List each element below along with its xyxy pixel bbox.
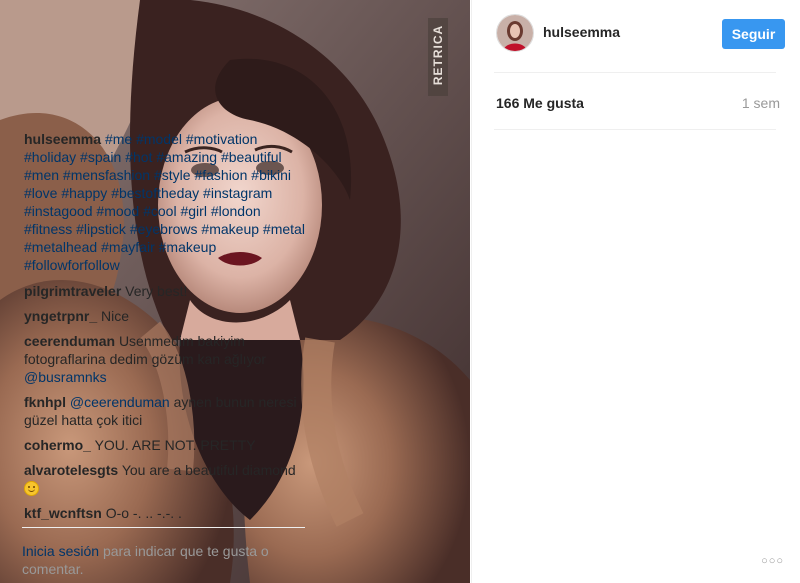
hashtag-link[interactable]: #metalhead xyxy=(24,239,97,255)
instagram-post: RETRICA hulseemma Seguir 166 Me gusta 1 … xyxy=(0,0,800,583)
post-header: hulseemma Seguir xyxy=(494,0,785,73)
hashtag-link[interactable]: #beautiful xyxy=(221,149,282,165)
hashtag-link[interactable]: #cool xyxy=(143,203,176,219)
comment: pilgrimtraveler Very best! xyxy=(24,282,309,300)
hashtag-link[interactable]: #mayfair xyxy=(101,239,155,255)
hashtag-link[interactable]: #fashion xyxy=(194,167,247,183)
comment: fknhpl @ceerenduman aynen bunun neresi g… xyxy=(24,393,309,429)
hashtag-link[interactable]: #mensfashion xyxy=(63,167,150,183)
comment-text: YOU. ARE NOT. PRETTY xyxy=(94,437,256,453)
hashtag-link[interactable]: #makeup xyxy=(201,221,259,237)
comment-text: You are a beautiful diamond xyxy=(121,462,296,478)
hashtag-link[interactable]: #eyebrows xyxy=(130,221,198,237)
hashtag-link[interactable]: #lipstick xyxy=(76,221,126,237)
hashtag-link[interactable]: #hot xyxy=(125,149,152,165)
hashtag-link[interactable]: #fitness xyxy=(24,221,72,237)
post-meta: 166 Me gusta 1 sem xyxy=(494,73,780,130)
hashtag-link[interactable]: #spain xyxy=(80,149,121,165)
hashtag-link[interactable]: #motivation xyxy=(186,131,258,147)
hashtag-link[interactable]: #style xyxy=(154,167,191,183)
hashtag-link[interactable]: #instagram xyxy=(203,185,272,201)
comment-user[interactable]: yngetrpnr_ xyxy=(24,308,97,324)
hashtag-link[interactable]: #london xyxy=(211,203,261,219)
hashtag-link[interactable]: #model xyxy=(136,131,182,147)
comments-list: hulseemma #me #model #motivation #holida… xyxy=(24,130,309,529)
hashtag-link[interactable]: #bikini xyxy=(251,167,291,183)
hashtag-link[interactable]: #men xyxy=(24,167,59,183)
login-link[interactable]: Inicia sesión xyxy=(22,543,99,559)
retrica-watermark: RETRICA xyxy=(428,18,448,96)
comment-text: Nice xyxy=(101,308,130,324)
comment-user[interactable]: cohermo_ xyxy=(24,437,91,453)
caption-user[interactable]: hulseemma xyxy=(24,131,101,147)
avatar[interactable] xyxy=(496,14,534,52)
comment-user[interactable]: fknhpl xyxy=(24,394,66,410)
hashtag-link[interactable]: #mood xyxy=(96,203,139,219)
comment: yngetrpnr_ Nice xyxy=(24,307,309,325)
hashtag-link[interactable]: #holiday xyxy=(24,149,76,165)
hashtag-link[interactable]: #instagood xyxy=(24,203,93,219)
comment-text: O-o -. .. -.-. . xyxy=(105,505,182,521)
hashtag-link[interactable]: #love xyxy=(24,185,57,201)
hashtag-link[interactable]: #amazing xyxy=(156,149,217,165)
hashtag-link[interactable]: #metal xyxy=(263,221,305,237)
post-time[interactable]: 1 sem xyxy=(742,95,780,111)
username[interactable]: hulseemma xyxy=(543,24,620,40)
watermark-text: RETRICA xyxy=(431,24,445,86)
likes-count[interactable]: 166 Me gusta xyxy=(496,95,584,111)
hashtag-link[interactable]: #followforfollow xyxy=(24,257,120,273)
more-options-icon[interactable]: ○○○ xyxy=(761,555,784,567)
caption-hashtags: #me #model #motivation #holiday #spain #… xyxy=(24,131,305,273)
comment-user[interactable]: ktf_wcnftsn xyxy=(24,505,102,521)
comment-mention[interactable]: @busramnks xyxy=(24,369,107,385)
hashtag-link[interactable]: #makeup xyxy=(159,239,217,255)
avatar-image xyxy=(497,15,533,51)
caption: hulseemma #me #model #motivation #holida… xyxy=(24,130,309,274)
comment-user[interactable]: ceerenduman xyxy=(24,333,115,349)
post-sidebar: hulseemma Seguir 166 Me gusta 1 sem xyxy=(471,0,800,583)
comment: ceerenduman Usenmedim bakiyim fotografla… xyxy=(24,332,309,386)
comment-mention[interactable]: @ceerenduman xyxy=(70,394,170,410)
follow-button[interactable]: Seguir xyxy=(722,19,785,49)
smiling-face-icon xyxy=(24,481,39,496)
comment: ktf_wcnftsn O-o -. .. -.-. . xyxy=(24,504,309,522)
comment-text: Very best! xyxy=(125,283,188,299)
hashtag-link[interactable]: #girl xyxy=(180,203,206,219)
comment-user[interactable]: pilgrimtraveler xyxy=(24,283,121,299)
hashtag-link[interactable]: #happy xyxy=(61,185,107,201)
hashtag-link[interactable]: #bestoftheday xyxy=(111,185,199,201)
comment-user[interactable]: alvarotelesgts xyxy=(24,462,118,478)
comment: cohermo_ YOU. ARE NOT. PRETTY xyxy=(24,436,309,454)
login-prompt: Inicia sesión para indicar que te gusta … xyxy=(22,527,305,578)
hashtag-link[interactable]: #me xyxy=(105,131,132,147)
comment: alvarotelesgts You are a beautiful diamo… xyxy=(24,461,309,497)
